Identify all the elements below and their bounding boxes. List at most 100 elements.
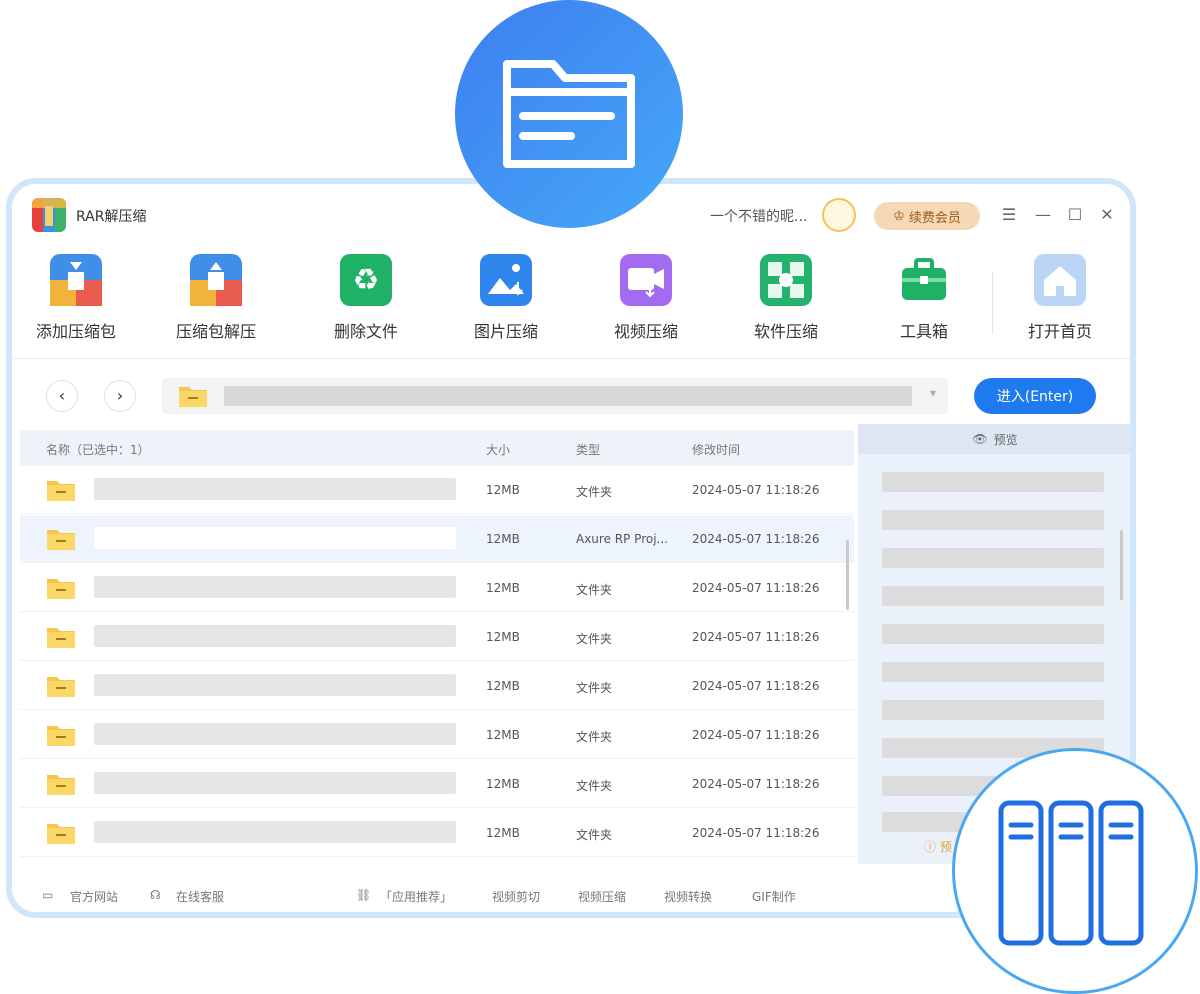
crown-icon: ♔	[893, 208, 905, 224]
table-row[interactable]: 12MB 文件夹 2024-05-07 11:18:26	[20, 809, 854, 857]
folder-icon	[46, 576, 76, 603]
preview-scrollbar[interactable]	[1120, 530, 1123, 600]
preview-header[interactable]: 👁 预览	[858, 424, 1130, 454]
tool-label: 工具箱	[899, 322, 948, 341]
tool-label: 软件压缩	[753, 322, 818, 341]
footer-link-video-compress[interactable]: 视频压缩	[578, 888, 626, 905]
file-size: 12MB	[486, 679, 520, 693]
tool-label: 添加压缩包	[35, 322, 116, 341]
file-modified: 2024-05-07 11:18:26	[692, 777, 820, 791]
file-size: 12MB	[486, 532, 520, 546]
preview-line	[882, 624, 1104, 644]
tool-toolbox[interactable]: 工具箱	[864, 254, 984, 342]
file-type: 文件夹	[576, 828, 613, 842]
file-modified: 2024-05-07 11:18:26	[692, 826, 820, 840]
maximize-icon[interactable]: ☐	[1064, 204, 1086, 226]
tool-add-archive[interactable]: 添加压缩包	[16, 254, 136, 342]
file-size: 12MB	[486, 483, 520, 497]
chevron-down-icon[interactable]: ▾	[930, 386, 936, 400]
folder-document-icon	[503, 60, 635, 168]
help-icon: ⓘ	[924, 840, 937, 854]
enter-button[interactable]: 进入(Enter)	[974, 378, 1096, 414]
path-input[interactable]: ▾	[162, 378, 948, 414]
tool-video-compress[interactable]: 视频压缩	[586, 254, 706, 342]
file-name-placeholder	[94, 625, 456, 647]
folder-icon	[46, 772, 76, 799]
forward-button[interactable]: ›	[104, 380, 136, 412]
menu-icon[interactable]: ☰	[998, 204, 1020, 226]
binders-icon	[998, 800, 1144, 946]
link-icon: ⛓	[356, 888, 372, 902]
toolbar-separator	[992, 272, 993, 334]
minimize-icon[interactable]: —	[1032, 204, 1054, 226]
folder-icon	[46, 674, 76, 701]
file-type: 文件夹	[576, 779, 613, 793]
tool-open-home[interactable]: 打开首页	[1000, 254, 1120, 342]
file-modified: 2024-05-07 11:18:26	[692, 630, 820, 644]
online-service-link[interactable]: 在线客服	[176, 888, 224, 905]
file-name-placeholder	[94, 821, 456, 843]
file-modified: 2024-05-07 11:18:26	[692, 483, 820, 497]
file-type: 文件夹	[576, 681, 613, 695]
tool-extract-archive[interactable]: 压缩包解压	[156, 254, 276, 342]
headset-icon: ☊	[150, 888, 161, 902]
home-icon	[1034, 254, 1086, 306]
column-modified[interactable]: 修改时间	[692, 441, 740, 458]
extract-archive-icon	[190, 254, 242, 306]
file-name-placeholder	[94, 772, 456, 794]
preview-hint[interactable]: ⓘ 预	[924, 838, 952, 855]
official-site-link[interactable]: 官方网站	[70, 888, 118, 905]
chevron-right-icon: ›	[116, 386, 124, 405]
file-type: 文件夹	[576, 583, 613, 597]
file-size: 12MB	[486, 777, 520, 791]
file-type: Axure RP Proj...	[576, 532, 668, 546]
folder-icon	[178, 384, 208, 412]
app-window: RAR解压缩 一个不错的昵... ♔ 续费会员 ☰ — ☐ ✕ 添加压缩包 压缩…	[6, 178, 1136, 918]
preview-line	[882, 662, 1104, 682]
folder-icon	[46, 625, 76, 652]
vip-renew-button[interactable]: ♔ 续费会员	[874, 202, 980, 230]
list-scrollbar[interactable]	[846, 540, 849, 610]
table-row[interactable]: 12MB 文件夹 2024-05-07 11:18:26	[20, 613, 854, 661]
folder-badge	[455, 0, 683, 228]
column-size[interactable]: 大小	[486, 441, 510, 458]
add-archive-icon	[50, 254, 102, 306]
preview-line	[882, 586, 1104, 606]
recommend-label: 「应用推荐」	[380, 890, 453, 904]
monitor-icon: ▭	[42, 888, 54, 902]
svg-text:♻: ♻	[353, 263, 380, 298]
folder-icon	[46, 527, 76, 554]
tool-software-compress[interactable]: 软件压缩	[726, 254, 846, 342]
tool-label: 删除文件	[333, 322, 398, 341]
footer: ▭ 官方网站 ☊ 在线客服 ⛓ 「应用推荐」 视频剪切 视频压缩 视频转换 GI…	[12, 874, 972, 912]
footer-link-video-convert[interactable]: 视频转换	[664, 888, 712, 905]
toolbar: 添加压缩包 压缩包解压 ♻ 删除文件 图片压缩 视频压缩 软件压缩 工具箱 打开…	[12, 254, 1130, 354]
footer-link-video-cut[interactable]: 视频剪切	[492, 888, 540, 905]
app-title: RAR解压缩	[76, 209, 147, 225]
path-text-placeholder	[224, 386, 912, 406]
toolbox-icon	[898, 254, 950, 306]
avatar[interactable]	[822, 198, 856, 232]
column-type[interactable]: 类型	[576, 441, 600, 458]
file-size: 12MB	[486, 630, 520, 644]
file-name-placeholder	[94, 478, 456, 500]
tool-image-compress[interactable]: 图片压缩	[446, 254, 566, 342]
divider	[12, 358, 1130, 359]
table-row[interactable]: 12MB 文件夹 2024-05-07 11:18:26	[20, 466, 854, 514]
table-row[interactable]: 12MB 文件夹 2024-05-07 11:18:26	[20, 662, 854, 710]
back-button[interactable]: ‹	[46, 380, 78, 412]
tool-label: 打开首页	[1027, 322, 1092, 341]
chevron-left-icon: ‹	[58, 386, 66, 405]
table-row[interactable]: 12MB 文件夹 2024-05-07 11:18:26	[20, 760, 854, 808]
folder-icon	[46, 478, 76, 505]
table-row[interactable]: 12MB 文件夹 2024-05-07 11:18:26	[20, 711, 854, 759]
footer-link-gif[interactable]: GIF制作	[752, 888, 796, 905]
table-row[interactable]: 12MB 文件夹 2024-05-07 11:18:26	[20, 564, 854, 612]
close-icon[interactable]: ✕	[1096, 204, 1118, 226]
file-list-header: 名称（已选中：1） 大小 类型 修改时间	[20, 430, 854, 466]
column-name[interactable]: 名称（已选中：1）	[46, 441, 150, 458]
file-name-placeholder	[94, 723, 456, 745]
user-name[interactable]: 一个不错的昵...	[710, 206, 807, 226]
table-row[interactable]: 12MB Axure RP Proj... 2024-05-07 11:18:2…	[20, 515, 854, 563]
tool-delete-file[interactable]: ♻ 删除文件	[306, 254, 426, 342]
